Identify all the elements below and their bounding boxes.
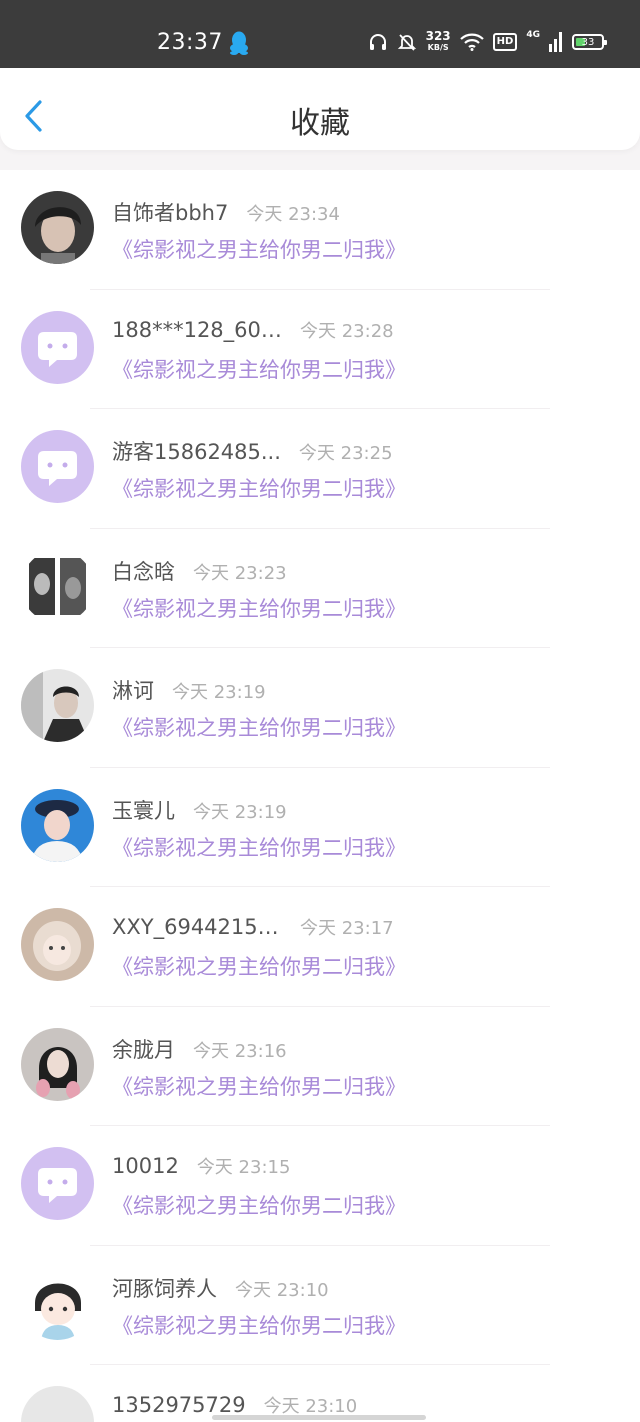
timestamp: 今天 23:28 — [300, 320, 394, 342]
name-line: 余胧月 今天 23:16 — [112, 1034, 287, 1064]
network-type: 4G — [526, 30, 540, 40]
net-speed: 323 KB/S — [425, 29, 451, 52]
page-title: 收藏 — [290, 106, 350, 141]
list-item[interactable]: 游客15862485... 今天 23:25 《综影视之男主给你男二归我》 — [0, 409, 640, 529]
name-line: 10012 今天 23:15 — [112, 1153, 290, 1179]
user-name: 自饰者bbh7 — [112, 201, 229, 225]
book-title[interactable]: 《综影视之男主给你男二归我》 — [112, 1071, 406, 1101]
book-title[interactable]: 《综影视之男主给你男二归我》 — [112, 832, 406, 862]
avatar[interactable] — [21, 191, 94, 264]
list-item[interactable]: 河豚饲养人 今天 23:10 《综影视之男主给你男二归我》 — [0, 1246, 640, 1366]
user-name: 淋诃 — [112, 679, 154, 703]
chat-bubble-icon[interactable] — [21, 430, 94, 503]
status-bar: 23:37 323 KB/S HD 4G 33 — [0, 0, 640, 68]
book-title[interactable]: 《综影视之男主给你男二归我》 — [112, 712, 406, 742]
timestamp: 今天 23:15 — [196, 1157, 291, 1178]
bell-off-icon — [397, 34, 416, 51]
headphones-icon — [369, 34, 386, 50]
name-line: XXY_694421569 今天 23:17 — [112, 914, 394, 940]
avatar[interactable] — [21, 669, 94, 742]
user-name: XXY_694421569 — [112, 915, 282, 939]
avatar[interactable] — [21, 1386, 94, 1422]
book-title[interactable]: 《综影视之男主给你男二归我》 — [112, 951, 406, 981]
avatar[interactable] — [21, 788, 94, 862]
user-name: 玉寰儿 — [112, 798, 175, 823]
name-line: 淋诃 今天 23:19 — [112, 675, 266, 705]
hd-badge: HD — [492, 33, 518, 51]
user-name: 188***128_604... — [112, 317, 282, 342]
name-line: 玉寰儿 今天 23:19 — [112, 795, 287, 825]
list-item[interactable]: XXY_694421569 今天 23:17 《综影视之男主给你男二归我》 — [0, 887, 640, 1007]
list-item[interactable]: 玉寰儿 今天 23:19 《综影视之男主给你男二归我》 — [0, 768, 640, 888]
user-name: 游客15862485... — [112, 440, 281, 464]
status-time: 23:37 — [157, 30, 223, 55]
chat-bubble-icon[interactable] — [21, 1147, 94, 1220]
book-title[interactable]: 《综影视之男主给你男二归我》 — [112, 1310, 406, 1340]
name-line: 游客15862485... 今天 23:25 — [112, 436, 393, 466]
name-line: 白念晗 今天 23:23 — [112, 556, 287, 586]
status-icons: 323 KB/S HD 4G 33 — [368, 28, 607, 56]
list-item[interactable]: 余胧月 今天 23:16 《综影视之男主给你男二归我》 — [0, 1007, 640, 1127]
wifi-icon — [459, 33, 484, 51]
name-line: 河豚饲养人 今天 23:10 — [112, 1273, 329, 1303]
name-line: 自饰者bbh7 今天 23:34 — [112, 197, 340, 227]
timestamp: 今天 23:23 — [193, 562, 287, 584]
signal-icon — [549, 32, 562, 52]
book-title[interactable]: 《综影视之男主给你男二归我》 — [112, 1190, 406, 1220]
list-item[interactable]: 白念晗 今天 23:23 《综影视之男主给你男二归我》 — [0, 529, 640, 649]
timestamp: 今天 23:16 — [193, 1040, 287, 1062]
favorites-list: 自饰者bbh7 今天 23:34 《综影视之男主给你男二归我》 188***12… — [0, 170, 640, 1422]
timestamp: 今天 23:19 — [172, 682, 266, 703]
app-header: 收藏 — [0, 68, 640, 150]
battery-icon: 33 — [572, 34, 607, 50]
book-title[interactable]: 《综影视之男主给你男二归我》 — [112, 234, 406, 264]
book-title[interactable]: 《综影视之男主给你男二归我》 — [112, 473, 406, 503]
list-item[interactable]: 1352975729 今天 23:10 — [0, 1365, 640, 1422]
list-item[interactable]: 自饰者bbh7 今天 23:34 《综影视之男主给你男二归我》 — [0, 170, 640, 290]
avatar[interactable] — [21, 1266, 94, 1340]
name-line: 188***128_604... 今天 23:28 — [112, 317, 394, 343]
user-name: 余胧月 — [112, 1037, 175, 1062]
avatar[interactable] — [21, 1027, 94, 1101]
chat-bubble-icon[interactable] — [21, 310, 94, 384]
timestamp: 今天 23:25 — [298, 443, 393, 464]
book-title[interactable]: 《综影视之男主给你男二归我》 — [112, 593, 406, 623]
list-item[interactable]: 188***128_604... 今天 23:28 《综影视之男主给你男二归我》 — [0, 290, 640, 410]
avatar[interactable] — [21, 549, 94, 623]
user-name: 1352975729 — [112, 1393, 246, 1417]
list-item[interactable]: 淋诃 今天 23:19 《综影视之男主给你男二归我》 — [0, 648, 640, 768]
list-item[interactable]: 10012 今天 23:15 《综影视之男主给你男二归我》 — [0, 1126, 640, 1246]
timestamp: 今天 23:19 — [193, 801, 287, 823]
user-name: 白念晗 — [112, 559, 175, 584]
timestamp: 今天 23:10 — [235, 1279, 329, 1301]
book-title[interactable]: 《综影视之男主给你男二归我》 — [112, 354, 406, 384]
user-name: 10012 — [112, 1154, 179, 1178]
timestamp: 今天 23:17 — [300, 918, 394, 939]
user-name: 河豚饲养人 — [112, 1276, 217, 1301]
avatar[interactable] — [21, 908, 94, 981]
timestamp: 今天 23:34 — [246, 204, 340, 225]
home-indicator[interactable] — [212, 1415, 426, 1420]
qq-icon — [230, 31, 248, 55]
